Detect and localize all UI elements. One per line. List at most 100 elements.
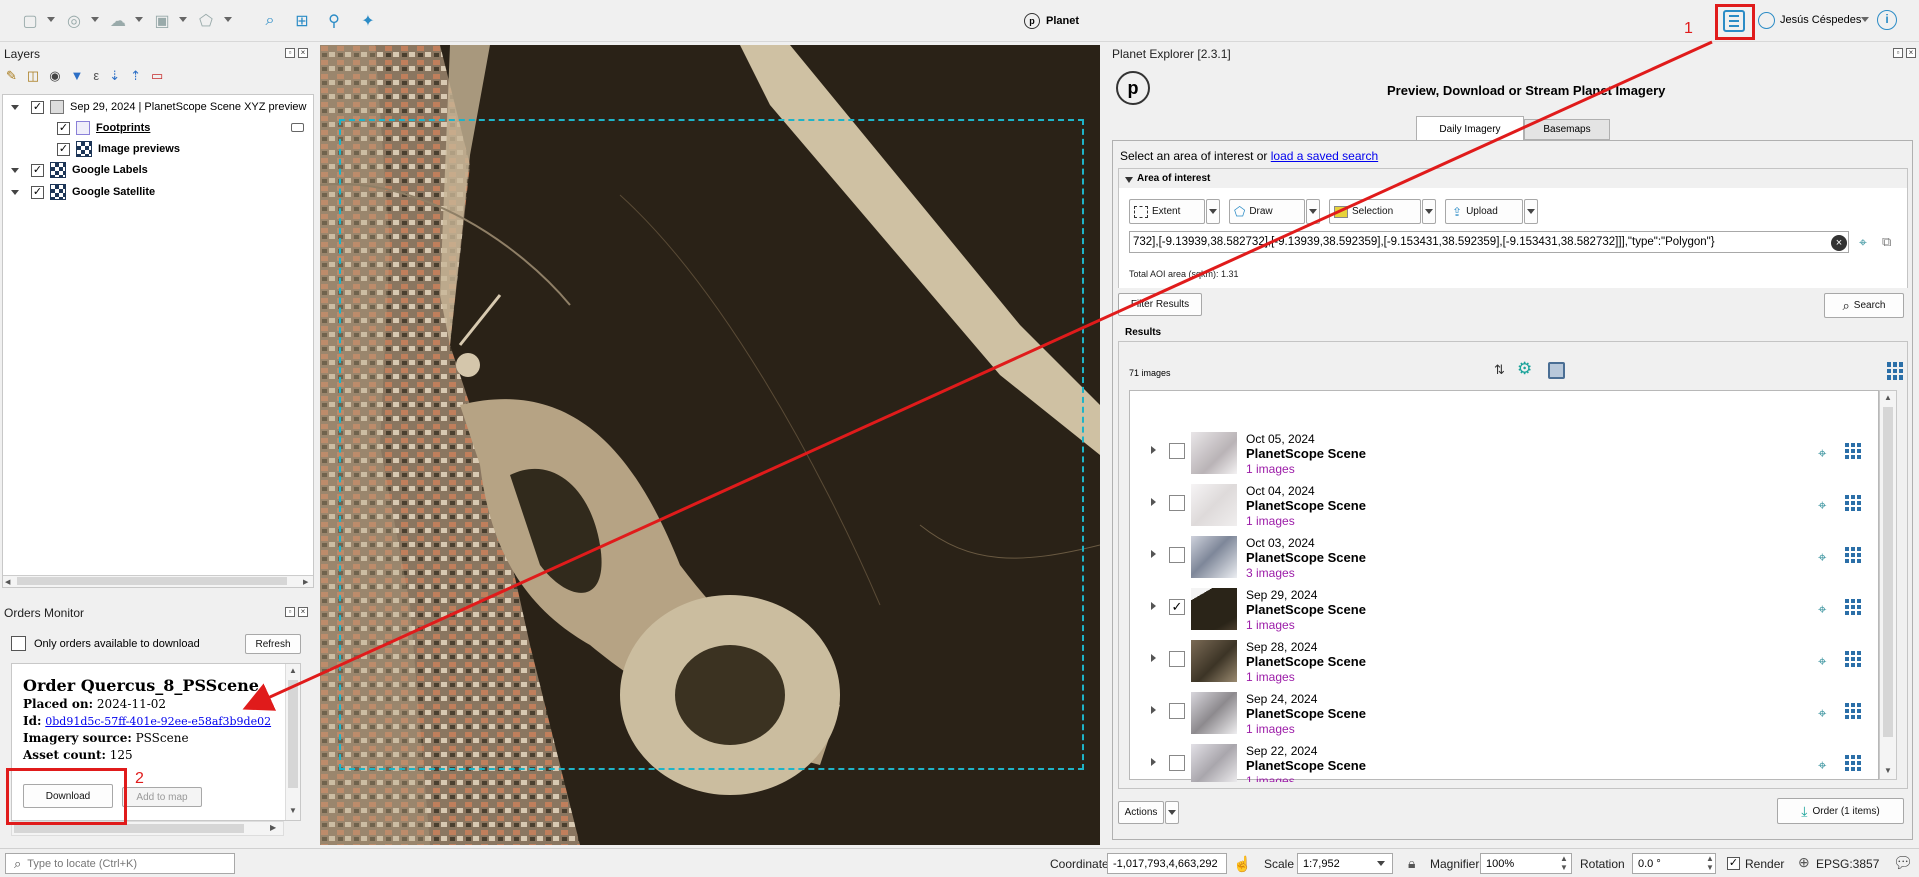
filter-icon[interactable]: ▼: [71, 68, 84, 84]
draw-dropdown[interactable]: [1306, 199, 1320, 224]
layers-hscrollbar[interactable]: ◀ ▶: [3, 575, 313, 587]
style-icon[interactable]: ✎: [6, 68, 17, 84]
order-id-link[interactable]: 0bd91d5c-57ff-401e-92ee-e58af3b9de02: [45, 715, 271, 728]
zoom-to-icon[interactable]: ⌖: [1818, 549, 1826, 566]
cloud-layer-icon[interactable]: ☁: [104, 8, 132, 34]
layer-checkbox[interactable]: ✓: [57, 121, 70, 135]
zoom-to-icon[interactable]: ⌖: [1818, 705, 1826, 722]
layer-row-image-previews[interactable]: ✓ Image previews: [3, 139, 180, 159]
crs-label[interactable]: EPSG:3857: [1816, 857, 1879, 871]
result-row[interactable]: Oct 05, 2024 PlanetScope Scene 1 images …: [1140, 427, 1877, 479]
locator-input[interactable]: ⌕ Type to locate (Ctrl+K): [5, 853, 235, 874]
aoi-geojson-input[interactable]: 732],[-9.13939,38.582732],[-9.13939,38.5…: [1129, 231, 1849, 253]
tab-daily-imagery[interactable]: Daily Imagery: [1416, 116, 1524, 141]
float-icon[interactable]: ▫: [285, 607, 295, 617]
collapse-icon[interactable]: [1125, 177, 1133, 183]
extent-button[interactable]: Extent: [1129, 199, 1205, 224]
expand-icon[interactable]: [1151, 550, 1156, 558]
result-checkbox[interactable]: [1169, 495, 1185, 511]
zoom-to-icon[interactable]: ⌖: [1818, 601, 1826, 618]
new-layer-icon[interactable]: ▢: [16, 8, 44, 34]
layer-checkbox[interactable]: ✓: [31, 100, 44, 114]
float-icon[interactable]: ▫: [285, 48, 295, 58]
orders-monitor-icon[interactable]: [1723, 10, 1745, 32]
user-icon[interactable]: [1758, 12, 1775, 29]
clear-icon[interactable]: ×: [1831, 235, 1847, 251]
save-icon[interactable]: [1548, 362, 1565, 379]
satellite-icon[interactable]: ✦: [354, 8, 382, 34]
select-icon[interactable]: ▣: [148, 8, 176, 34]
close-icon[interactable]: ×: [298, 607, 308, 617]
zoom-to-aoi-icon[interactable]: ⌖: [1859, 234, 1867, 251]
add-group-icon[interactable]: ◫: [27, 68, 39, 84]
actions-dropdown[interactable]: [1165, 801, 1179, 824]
render-checkbox[interactable]: ✓: [1727, 857, 1740, 870]
sort-icon[interactable]: ⇅: [1494, 362, 1505, 378]
order-vscrollbar[interactable]: ▲ ▼: [285, 664, 300, 820]
result-checkbox[interactable]: [1169, 547, 1185, 563]
digitize-icon[interactable]: ⬠: [192, 8, 220, 34]
add-preview-icon[interactable]: [1845, 703, 1861, 719]
float-icon[interactable]: ▫: [1893, 48, 1903, 58]
add-all-grid-icon[interactable]: [1887, 362, 1905, 380]
add-preview-icon[interactable]: [1845, 651, 1861, 667]
selection-dropdown[interactable]: [1422, 199, 1436, 224]
expand-icon[interactable]: [1151, 602, 1156, 610]
result-checkbox[interactable]: ✓: [1169, 599, 1185, 615]
order-button[interactable]: ⤓ Order (1 items): [1777, 798, 1904, 824]
scale-dropdown[interactable]: [1377, 861, 1385, 866]
rotation-input[interactable]: 0.0 °: [1632, 853, 1716, 874]
add-preview-icon[interactable]: [1845, 599, 1861, 615]
result-checkbox[interactable]: [1169, 703, 1185, 719]
result-row[interactable]: Sep 24, 2024 PlanetScope Scene 1 images …: [1140, 687, 1877, 739]
tab-basemaps[interactable]: Basemaps: [1524, 119, 1610, 140]
mouse-coordinate-icon[interactable]: ☝: [1233, 855, 1252, 873]
user-location-icon[interactable]: ⚲: [320, 8, 348, 34]
close-icon[interactable]: ×: [298, 48, 308, 58]
copy-icon[interactable]: ⧉: [1882, 234, 1891, 250]
add-preview-icon[interactable]: [1845, 547, 1861, 563]
result-checkbox[interactable]: [1169, 443, 1185, 459]
layer-checkbox[interactable]: ✓: [31, 163, 44, 177]
coordinate-input[interactable]: -1,017,793,4,663,292: [1107, 853, 1227, 874]
search-icon[interactable]: ⌕: [256, 8, 284, 34]
layer-row-preview[interactable]: ✓ Sep 29, 2024 | PlanetScope Scene XYZ p…: [3, 97, 306, 117]
add-to-map-button[interactable]: Add to map: [122, 787, 202, 807]
extent-dropdown[interactable]: [1206, 199, 1220, 224]
eye-icon[interactable]: ◉: [49, 68, 60, 84]
expand-icon[interactable]: [1151, 446, 1156, 454]
search-button[interactable]: ⌕ Search: [1824, 293, 1904, 318]
map-icon[interactable]: ⊞: [288, 8, 316, 34]
result-checkbox[interactable]: [1169, 755, 1185, 771]
layer-row-footprints[interactable]: ✓ Footprints: [3, 118, 304, 138]
upload-dropdown[interactable]: [1524, 199, 1538, 224]
lock-icon[interactable]: 🔒︎: [1408, 855, 1415, 872]
messages-icon[interactable]: 💬︎: [1893, 853, 1913, 873]
expand-all-icon[interactable]: ⇣: [109, 68, 120, 84]
result-checkbox[interactable]: [1169, 651, 1185, 667]
settings-icon[interactable]: ⚙: [1517, 359, 1532, 379]
refresh-button[interactable]: Refresh: [245, 634, 301, 654]
only-available-checkbox[interactable]: [11, 636, 26, 651]
rotation-spinner[interactable]: ▲ ▼: [1706, 854, 1714, 872]
result-row[interactable]: Sep 28, 2024 PlanetScope Scene 1 images …: [1140, 635, 1877, 687]
magnifier-spinner[interactable]: ▲ ▼: [1560, 854, 1568, 872]
add-preview-icon[interactable]: [1845, 495, 1861, 511]
close-icon[interactable]: ×: [1906, 48, 1916, 58]
add-preview-icon[interactable]: [1845, 755, 1861, 771]
result-row[interactable]: Sep 22, 2024 PlanetScope Scene 1 images …: [1140, 739, 1877, 782]
magnifier-input[interactable]: 100%: [1480, 853, 1572, 874]
zoom-to-icon[interactable]: ⌖: [1818, 445, 1826, 462]
expand-icon[interactable]: [1151, 654, 1156, 662]
layer-checkbox[interactable]: ✓: [57, 142, 70, 156]
layer-filter-icon[interactable]: [291, 123, 304, 132]
result-row[interactable]: Oct 04, 2024 PlanetScope Scene 1 images …: [1140, 479, 1877, 531]
layer-row-google-satellite[interactable]: ✓ Google Satellite: [3, 182, 155, 202]
zoom-to-icon[interactable]: ⌖: [1818, 757, 1826, 774]
collapse-all-icon[interactable]: ⇡: [130, 68, 141, 84]
globe-icon[interactable]: ⊕: [1798, 854, 1810, 871]
add-layer-icon[interactable]: ◎: [60, 8, 88, 34]
selection-button[interactable]: Selection: [1329, 199, 1421, 224]
expand-icon[interactable]: [1151, 706, 1156, 714]
layer-row-google-labels[interactable]: ✓ Google Labels: [3, 160, 148, 180]
